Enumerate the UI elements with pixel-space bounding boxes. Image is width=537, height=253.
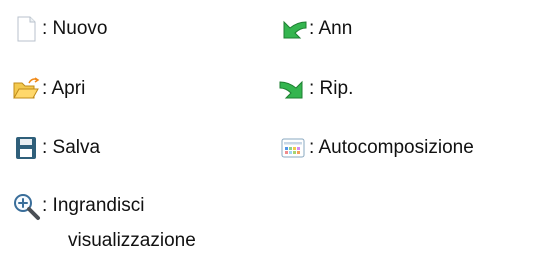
legend-item-autolayout: : Autocomposizione [277, 132, 474, 164]
redo-arrow-icon [277, 73, 309, 105]
legend-item-zoom: : Ingrandisci [10, 190, 144, 222]
save-floppy-icon [10, 132, 42, 164]
legend-item-new: : Nuovo [10, 13, 107, 45]
zoom-in-icon [10, 190, 42, 222]
legend-label-save: : Salva [42, 137, 101, 158]
undo-arrow-icon [277, 13, 309, 45]
legend-item-redo: : Rip. [277, 73, 353, 105]
autolayout-icon [277, 132, 309, 164]
open-folder-icon [10, 73, 42, 105]
legend-label-redo: : Rip. [309, 78, 354, 99]
legend-label-open: : Apri [42, 78, 86, 99]
new-document-icon [10, 13, 42, 45]
legend-label-zoom-line2: visualizzazione [68, 230, 196, 251]
legend-item-open: : Apri [10, 73, 85, 105]
legend-item-undo: : Ann [277, 13, 352, 45]
legend-label-new: : Nuovo [42, 18, 108, 39]
legend-label-autolayout: : Autocomposizione [309, 137, 474, 158]
legend-label-zoom-line1: : Ingrandisci [42, 195, 145, 216]
legend-label-undo: : Ann [309, 18, 353, 39]
legend-item-save: : Salva [10, 132, 100, 164]
